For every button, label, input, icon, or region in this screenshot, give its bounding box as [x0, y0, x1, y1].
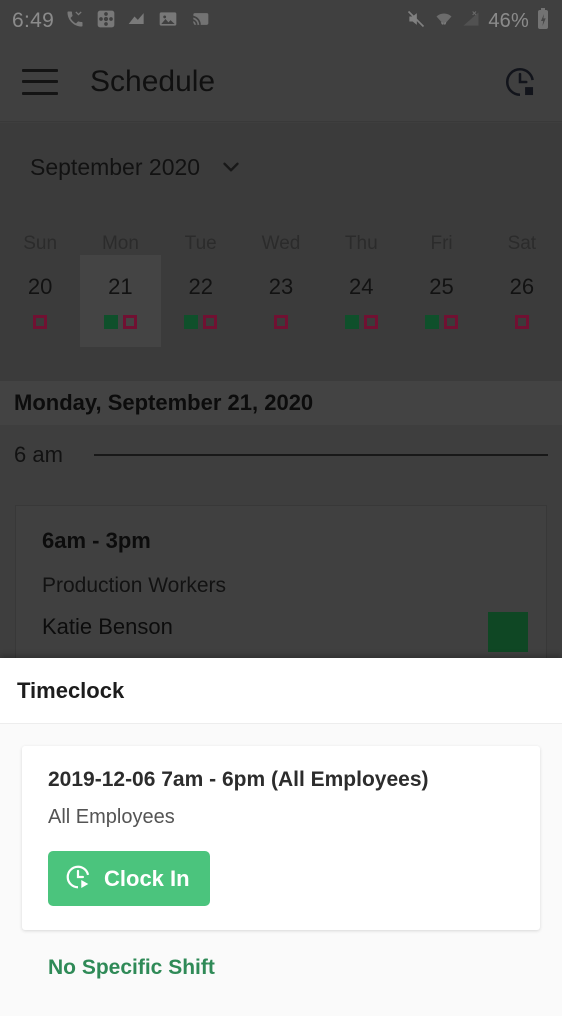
- calendar-day-cell[interactable]: 24: [321, 255, 401, 347]
- shift-role: Production Workers: [42, 574, 227, 597]
- calendar-day-number: 24: [349, 274, 374, 299]
- timeclock-shift-title: 2019-12-06 7am - 6pm (All Employees): [48, 768, 429, 791]
- calendar-day-cell[interactable]: 25: [401, 255, 481, 347]
- weekday-header: Tue: [184, 233, 217, 254]
- hour-label: 6 am: [14, 442, 63, 467]
- app-bar: Schedule: [0, 42, 562, 122]
- status-bar: 6:49 46%: [0, 0, 562, 42]
- day-timeline: 6 am 6am - 3pm Production Workers Katie …: [0, 425, 562, 660]
- calendar-day-markers: [184, 314, 218, 330]
- weekday-header-row: Sun Mon Tue Wed Thu Fri Sat: [0, 211, 562, 255]
- shift-card[interactable]: 6am - 3pm Production Workers Katie Benso…: [15, 505, 547, 660]
- timeclock-clock-icon[interactable]: [500, 62, 540, 102]
- hour-row: 6 am: [0, 425, 562, 485]
- calendar-day-cell[interactable]: 26: [482, 255, 562, 347]
- weekday-header: Thu: [344, 233, 378, 254]
- mute-icon: [405, 9, 427, 34]
- hamburger-bar: [22, 91, 58, 95]
- selected-day-header: Monday, September 21, 2020: [0, 381, 562, 425]
- weekday-date-row: 20 21 22 23 24 25 26: [0, 255, 562, 347]
- clock-in-label: Clock In: [104, 865, 190, 891]
- shift-person: Katie Benson: [42, 614, 173, 639]
- calendar-day-number: 23: [268, 274, 294, 299]
- month-selector[interactable]: September 2020: [0, 123, 562, 211]
- calendar-day-cell[interactable]: 20: [0, 255, 80, 347]
- shift-marker-green-icon: [184, 315, 199, 329]
- calendar-day-markers: [273, 314, 288, 330]
- weekday-header: Fri: [430, 233, 453, 254]
- calendar-day-number: 21: [108, 274, 133, 299]
- wifi-icon: [434, 9, 454, 34]
- shift-marker-pink-icon: [203, 315, 218, 329]
- timeclock-shift-card[interactable]: 2019-12-06 7am - 6pm (All Employees) All…: [22, 746, 540, 930]
- calendar-day-markers: [514, 314, 529, 330]
- hamburger-bar: [22, 68, 58, 72]
- calendar-day-cell[interactable]: 23: [241, 255, 321, 347]
- calendar-day-markers: [425, 314, 459, 330]
- shift-time: 6am - 3pm: [42, 528, 151, 553]
- calendar-day-number: 25: [429, 274, 454, 299]
- bottom-sheet-title: Timeclock: [17, 677, 125, 703]
- calendar-day-number: 26: [509, 274, 535, 299]
- chart-icon: [127, 9, 147, 34]
- timeclock-bottom-sheet: Timeclock 2019-12-06 7am - 6pm (All Empl…: [0, 658, 562, 1016]
- clock-play-icon: [64, 863, 92, 894]
- hamburger-menu-icon[interactable]: [22, 68, 58, 95]
- game-controller-icon: [96, 9, 116, 34]
- missed-call-icon: [65, 9, 85, 34]
- battery-percentage: 46%: [488, 9, 529, 32]
- calendar-day-number: 22: [188, 274, 213, 299]
- status-bar-clock: 6:49: [12, 9, 55, 32]
- selected-day-label: Monday, September 21, 2020: [14, 390, 314, 415]
- photo-icon: [158, 9, 178, 34]
- month-label: September 2020: [30, 153, 201, 180]
- shift-marker-pink-icon: [363, 315, 378, 329]
- bottom-sheet-body: 2019-12-06 7am - 6pm (All Employees) All…: [0, 724, 562, 980]
- shift-marker-pink-icon: [444, 315, 459, 329]
- no-specific-shift-link[interactable]: No Specific Shift: [22, 956, 540, 980]
- calendar-day-markers: [103, 314, 137, 330]
- timeclock-shift-subtitle: All Employees: [48, 806, 175, 828]
- page-title: Schedule: [90, 64, 216, 98]
- shift-marker-pink-icon: [514, 315, 529, 329]
- calendar-day-cell[interactable]: 21: [80, 255, 161, 347]
- shift-marker-green-icon: [425, 315, 440, 329]
- shift-marker-pink-icon: [122, 315, 137, 329]
- status-bar-left: 6:49: [12, 9, 211, 34]
- status-bar-right: 46%: [405, 7, 550, 35]
- shift-marker-pink-icon: [273, 315, 288, 329]
- shift-marker-green-icon: [103, 315, 118, 329]
- shift-color-swatch: [488, 612, 528, 652]
- weekday-header: Mon: [101, 233, 139, 254]
- week-strip: Sun Mon Tue Wed Thu Fri Sat 20 21 22 23 24 25 26: [0, 211, 562, 381]
- weekday-header: Wed: [261, 233, 301, 254]
- schedule-screen: 6:49 46% Schedule September 2020 Sun Mon…: [0, 0, 562, 660]
- calendar-day-markers: [33, 314, 48, 330]
- battery-icon: [536, 7, 550, 35]
- chevron-down-icon[interactable]: [218, 154, 244, 180]
- hour-divider: [94, 454, 548, 456]
- cell-signal-icon: [461, 9, 481, 34]
- calendar-day-markers: [344, 314, 378, 330]
- bottom-sheet-header: Timeclock: [0, 658, 562, 724]
- cast-icon: [189, 9, 211, 34]
- weekday-header: Sun: [23, 233, 58, 254]
- shift-marker-green-icon: [344, 315, 359, 329]
- calendar-day-cell[interactable]: 22: [161, 255, 241, 347]
- calendar-day-number: 20: [27, 274, 53, 299]
- clock-in-button[interactable]: Clock In: [48, 851, 210, 906]
- hamburger-bar: [22, 80, 58, 83]
- shift-marker-pink-icon: [33, 315, 48, 329]
- weekday-header: Sat: [507, 233, 537, 254]
